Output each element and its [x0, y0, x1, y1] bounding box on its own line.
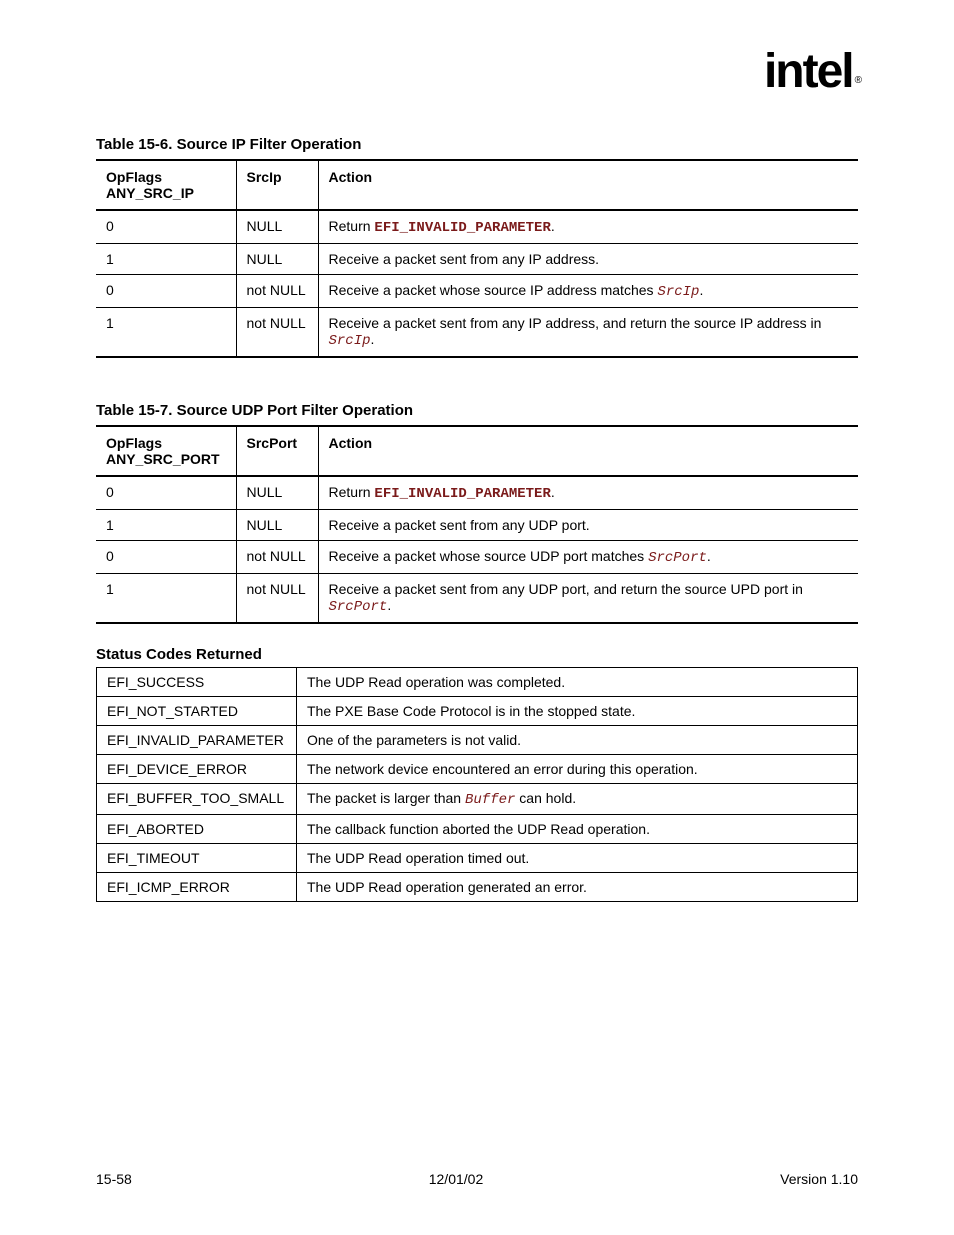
- cell: not NULL: [236, 574, 318, 624]
- status-desc: The network device encountered an error …: [297, 755, 858, 784]
- table-row: 1 not NULL Receive a packet sent from an…: [96, 308, 858, 358]
- logo: intel®: [96, 48, 858, 96]
- status-code: EFI_INVALID_PARAMETER: [97, 726, 297, 755]
- table-row: 1 NULL Receive a packet sent from any UD…: [96, 510, 858, 541]
- table2-header-0: OpFlags ANY_SRC_PORT: [96, 426, 236, 476]
- cell: not NULL: [236, 308, 318, 358]
- cell: Receive a packet sent from any UDP port,…: [318, 574, 858, 624]
- status-desc: The UDP Read operation timed out.: [297, 844, 858, 873]
- cell: NULL: [236, 510, 318, 541]
- table1: OpFlags ANY_SRC_IP SrcIp Action 0 NULL R…: [96, 159, 858, 358]
- cell: NULL: [236, 244, 318, 275]
- table-row: EFI_TIMEOUTThe UDP Read operation timed …: [97, 844, 858, 873]
- status-desc: The UDP Read operation was completed.: [297, 668, 858, 697]
- table-row: 0 not NULL Receive a packet whose source…: [96, 541, 858, 574]
- footer-page-number: 15-58: [96, 1171, 132, 1187]
- cell: 0: [96, 541, 236, 574]
- table-row: EFI_SUCCESSThe UDP Read operation was co…: [97, 668, 858, 697]
- cell: 1: [96, 244, 236, 275]
- cell: 0: [96, 476, 236, 510]
- status-code: EFI_NOT_STARTED: [97, 697, 297, 726]
- logo-registered: ®: [855, 75, 860, 86]
- cell: 1: [96, 510, 236, 541]
- table2-caption: Table 15-7. Source UDP Port Filter Opera…: [96, 402, 858, 419]
- cell: 0: [96, 275, 236, 308]
- cell: 1: [96, 574, 236, 624]
- cell: Return EFI_INVALID_PARAMETER.: [318, 210, 858, 244]
- footer-version: Version 1.10: [780, 1171, 858, 1187]
- status-desc: The packet is larger than Buffer can hol…: [297, 784, 858, 815]
- status-code: EFI_ABORTED: [97, 815, 297, 844]
- status-code: EFI_SUCCESS: [97, 668, 297, 697]
- table-row: EFI_ABORTEDThe callback function aborted…: [97, 815, 858, 844]
- cell: 1: [96, 308, 236, 358]
- status-code: EFI_DEVICE_ERROR: [97, 755, 297, 784]
- status-code: EFI_TIMEOUT: [97, 844, 297, 873]
- table-row: EFI_DEVICE_ERRORThe network device encou…: [97, 755, 858, 784]
- cell: not NULL: [236, 275, 318, 308]
- logo-text: intel: [764, 45, 853, 98]
- table2-header-1: SrcPort: [236, 426, 318, 476]
- status-desc: The UDP Read operation generated an erro…: [297, 873, 858, 902]
- status-heading: Status Codes Returned: [96, 646, 858, 663]
- cell: Return EFI_INVALID_PARAMETER.: [318, 476, 858, 510]
- table1-header-0: OpFlags ANY_SRC_IP: [96, 160, 236, 210]
- table1-caption: Table 15-6. Source IP Filter Operation: [96, 136, 858, 153]
- footer-date: 12/01/02: [429, 1171, 484, 1187]
- cell: NULL: [236, 210, 318, 244]
- status-code: EFI_BUFFER_TOO_SMALL: [97, 784, 297, 815]
- table2-header-2: Action: [318, 426, 858, 476]
- cell: Receive a packet sent from any IP addres…: [318, 244, 858, 275]
- table2: OpFlags ANY_SRC_PORT SrcPort Action 0 NU…: [96, 425, 858, 624]
- cell: NULL: [236, 476, 318, 510]
- cell: Receive a packet whose source IP address…: [318, 275, 858, 308]
- cell: not NULL: [236, 541, 318, 574]
- table-row: 0 NULL Return EFI_INVALID_PARAMETER.: [96, 476, 858, 510]
- status-desc: The PXE Base Code Protocol is in the sto…: [297, 697, 858, 726]
- table-row: 1 not NULL Receive a packet sent from an…: [96, 574, 858, 624]
- table-row: EFI_ICMP_ERRORThe UDP Read operation gen…: [97, 873, 858, 902]
- table1-header-1: SrcIp: [236, 160, 318, 210]
- cell: Receive a packet sent from any IP addres…: [318, 308, 858, 358]
- status-code: EFI_ICMP_ERROR: [97, 873, 297, 902]
- page-footer: 15-58 12/01/02 Version 1.10: [96, 1171, 858, 1187]
- table-row: EFI_NOT_STARTEDThe PXE Base Code Protoco…: [97, 697, 858, 726]
- cell: 0: [96, 210, 236, 244]
- table1-header-2: Action: [318, 160, 858, 210]
- status-desc: The callback function aborted the UDP Re…: [297, 815, 858, 844]
- table-row: EFI_BUFFER_TOO_SMALLThe packet is larger…: [97, 784, 858, 815]
- status-desc: One of the parameters is not valid.: [297, 726, 858, 755]
- cell: Receive a packet whose source UDP port m…: [318, 541, 858, 574]
- table-row: 0 not NULL Receive a packet whose source…: [96, 275, 858, 308]
- status-codes-table: EFI_SUCCESSThe UDP Read operation was co…: [96, 667, 858, 902]
- table-row: EFI_INVALID_PARAMETEROne of the paramete…: [97, 726, 858, 755]
- table-row: 0 NULL Return EFI_INVALID_PARAMETER.: [96, 210, 858, 244]
- table-row: 1 NULL Receive a packet sent from any IP…: [96, 244, 858, 275]
- cell: Receive a packet sent from any UDP port.: [318, 510, 858, 541]
